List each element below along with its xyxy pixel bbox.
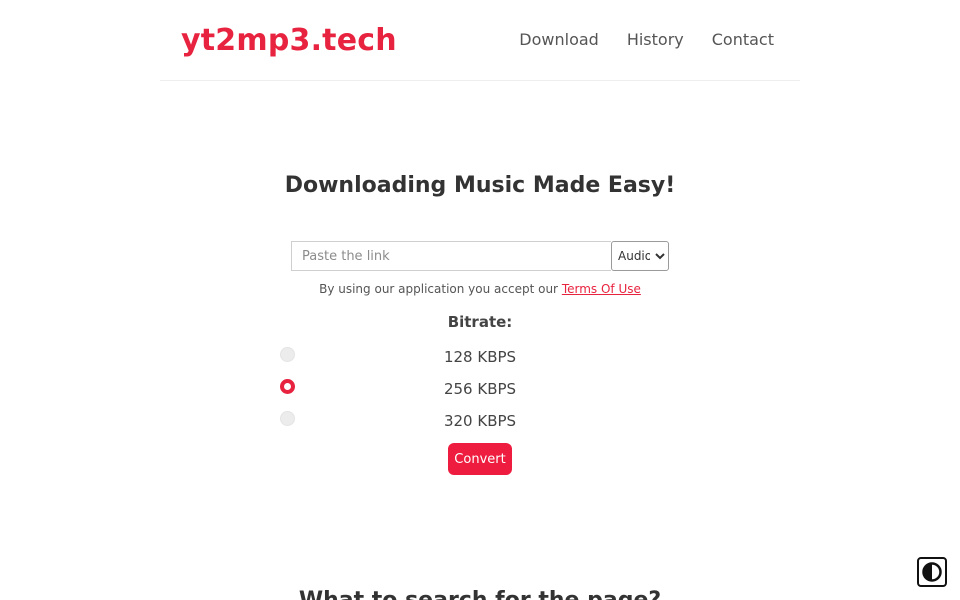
main-nav: Download History Contact [519, 28, 774, 52]
bitrate-title: Bitrate: [447, 313, 513, 331]
bitrate-label-128: 128 KBPS [443, 348, 517, 366]
page: yt2mp3.tech Download History Contact Dow… [0, 0, 960, 600]
terms-text: By using our application you accept our [319, 282, 558, 296]
contrast-toggle-button[interactable] [917, 557, 947, 587]
section-heading: What to search for the page? [0, 585, 960, 600]
link-form: Audio [291, 241, 669, 271]
terms-notice: By using our application you accept our … [0, 281, 960, 297]
page-headline: Downloading Music Made Easy! [284, 173, 676, 198]
nav-download[interactable]: Download [519, 28, 599, 52]
convert-button[interactable]: Convert [448, 443, 512, 475]
nav-history[interactable]: History [627, 28, 684, 52]
terms-link[interactable]: Terms Of Use [562, 282, 641, 296]
link-input[interactable] [291, 241, 611, 271]
brand-logo[interactable]: yt2mp3.tech [181, 22, 397, 60]
site-header: yt2mp3.tech Download History Contact [160, 0, 800, 81]
nav-contact[interactable]: Contact [712, 28, 774, 52]
format-select[interactable]: Audio [611, 241, 669, 271]
bitrate-label-256: 256 KBPS [443, 380, 517, 398]
contrast-icon [922, 562, 942, 582]
bitrate-label-320: 320 KBPS [443, 412, 517, 430]
